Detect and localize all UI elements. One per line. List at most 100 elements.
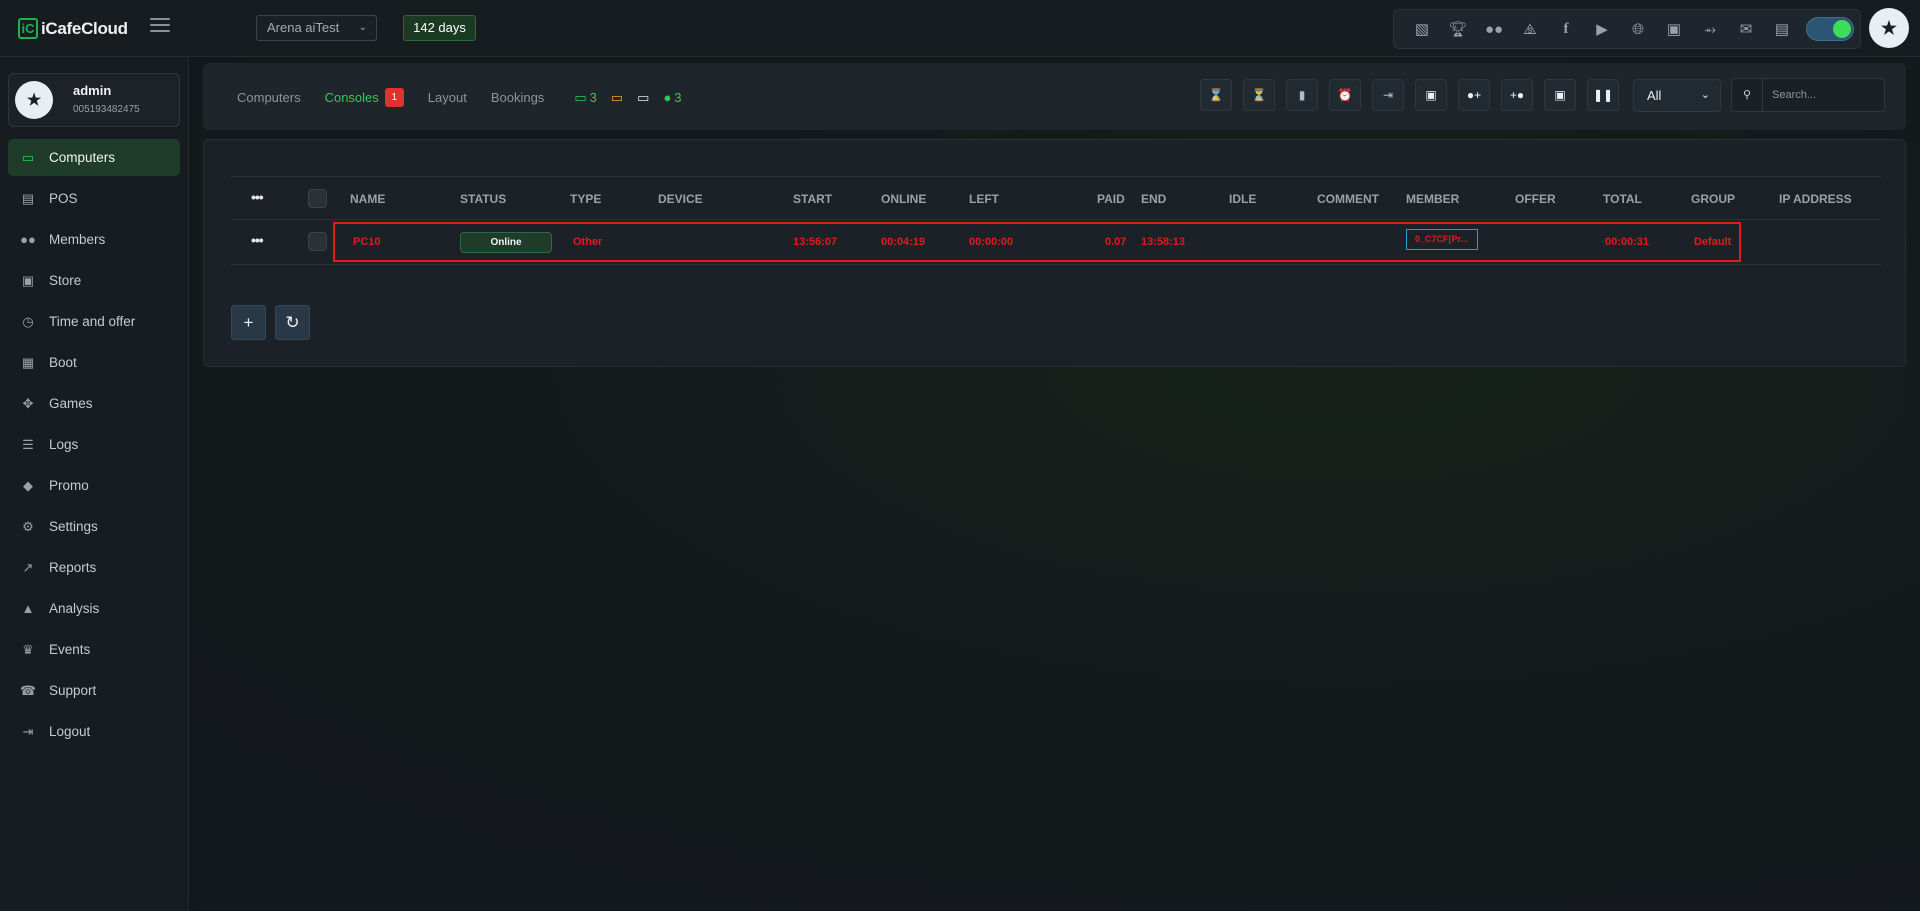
cell-online: 00:04:19: [881, 236, 926, 248]
top-icon-toolbar: ▧ 🏆︎ ●● ⧌ f ▶ 🌐︎ ▣ ⥇ ✉ ▤: [1393, 9, 1861, 49]
status-badge: Online: [460, 232, 552, 253]
table-buttons: + ↻: [231, 305, 310, 340]
column-header-total[interactable]: TOTAL: [1603, 192, 1642, 206]
cell-end: 13:58:13: [1141, 236, 1186, 248]
search-divider: [1762, 79, 1763, 111]
tab-consoles[interactable]: Consoles: [325, 90, 379, 105]
rss-icon[interactable]: ⧌: [1512, 14, 1548, 44]
profile-phone: 005193482475: [73, 104, 140, 115]
cell-name[interactable]: PC10: [353, 236, 381, 248]
hourglass-filled-icon[interactable]: ⌛: [1200, 79, 1232, 111]
sidebar-item-pos[interactable]: ▤ POS: [8, 180, 180, 217]
lock-icon[interactable]: ▮: [1286, 79, 1318, 111]
exit-icon[interactable]: ⇥: [1372, 79, 1404, 111]
sidebar-item-computers[interactable]: ▭ Computers: [8, 139, 180, 176]
search-box: ⚲: [1731, 78, 1885, 112]
sidebar-item-analysis[interactable]: ▲ Analysis: [8, 590, 180, 627]
pc-action-buttons: ⌛ ⏳ ▮ ⏰ ⇥ ▣ ●+ +● ▣ ❚❚: [1200, 79, 1619, 111]
add-button[interactable]: +: [231, 305, 266, 340]
pc-filter-value: All: [1647, 88, 1662, 103]
sidebar-item-events[interactable]: ♛ Events: [8, 631, 180, 668]
sidebar-item-label: Support: [49, 683, 97, 698]
column-header-online[interactable]: ONLINE: [881, 192, 926, 206]
refresh-button[interactable]: ↻: [275, 305, 310, 340]
column-header-device[interactable]: DEVICE: [658, 192, 703, 206]
line-chart-icon: ↗: [22, 559, 34, 575]
app-logo[interactable]: iC iCafeCloud: [18, 18, 128, 39]
profile-card[interactable]: ★ admin 005193482475: [8, 73, 180, 127]
row-select-checkbox[interactable]: [308, 232, 327, 251]
column-header-ip-address[interactable]: IP ADDRESS: [1779, 192, 1852, 206]
youtube-icon[interactable]: ▶: [1584, 14, 1620, 44]
trophy-icon[interactable]: 🏆︎: [1440, 14, 1476, 44]
column-header-group[interactable]: GROUP: [1691, 192, 1735, 206]
chat-icon[interactable]: ▤: [1764, 14, 1800, 44]
sidebar-item-promo[interactable]: ◆ Promo: [8, 467, 180, 504]
theme-toggle[interactable]: [1806, 17, 1854, 41]
sidebar-item-label: Analysis: [49, 601, 100, 616]
list-icon: ☰: [22, 436, 34, 452]
table-row[interactable]: ••• PC10 Online Other 13:56:07 00:04:19 …: [231, 220, 1881, 265]
group-icon[interactable]: ●●: [1476, 14, 1512, 44]
logout-icon: ⇥: [22, 723, 34, 739]
column-header-start[interactable]: START: [793, 192, 832, 206]
sidebar-item-label: Reports: [49, 560, 97, 575]
column-header-type[interactable]: TYPE: [570, 192, 601, 206]
sidebar-item-settings[interactable]: ⚙ Settings: [8, 508, 180, 545]
column-header-idle[interactable]: IDLE: [1229, 192, 1256, 206]
column-header-left[interactable]: LEFT: [969, 192, 999, 206]
user-avatar[interactable]: ★: [1869, 8, 1909, 48]
row-actions-menu-icon[interactable]: •••: [251, 232, 264, 248]
members-online-stat: ● 3: [663, 90, 681, 105]
register-icon: ▤: [21, 190, 35, 206]
column-header-paid[interactable]: PAID: [1097, 192, 1125, 206]
column-header-member[interactable]: MEMBER: [1406, 192, 1459, 206]
sidebar-item-store[interactable]: ▣ Store: [8, 262, 180, 299]
gear-icon: ⚙: [22, 518, 34, 534]
gamepad-icon: ✥: [22, 395, 34, 411]
hourglass-icon[interactable]: ⏳: [1243, 79, 1275, 111]
column-header-comment[interactable]: COMMENT: [1317, 192, 1379, 206]
sidebar-item-logs[interactable]: ☰ Logs: [8, 426, 180, 463]
column-header-status[interactable]: STATUS: [460, 192, 506, 206]
column-header-end[interactable]: END: [1141, 192, 1166, 206]
alarm-icon[interactable]: ⏰: [1329, 79, 1361, 111]
sidebar-item-logout[interactable]: ⇥ Logout: [8, 713, 180, 750]
toggle-knob: [1833, 20, 1851, 38]
select-all-checkbox[interactable]: [308, 189, 327, 208]
facebook-icon[interactable]: f: [1548, 14, 1584, 44]
busy-pcs-stat: ▭: [611, 90, 623, 106]
leaderboard-icon[interactable]: ▧: [1404, 14, 1440, 44]
cafe-selector[interactable]: Arena aiTest ⌄: [256, 15, 377, 41]
pc-filter-select[interactable]: All ⌄: [1633, 79, 1721, 112]
column-header-name[interactable]: NAME: [350, 192, 385, 206]
sidebar-item-support[interactable]: ☎ Support: [8, 672, 180, 709]
sidebar-item-boot[interactable]: ▦ Boot: [8, 344, 180, 381]
tabs-action-bar: Computers Consoles 1 Layout Bookings ▭ 3…: [203, 63, 1906, 130]
tab-bookings[interactable]: Bookings: [491, 90, 544, 105]
pause-icon[interactable]: ❚❚: [1587, 79, 1619, 111]
bulk-actions-menu-icon[interactable]: •••: [251, 189, 264, 205]
sidebar-item-games[interactable]: ✥ Games: [8, 385, 180, 422]
search-input[interactable]: [1772, 87, 1877, 103]
sidebar-item-members[interactable]: ●● Members: [8, 221, 180, 258]
icafe-icon[interactable]: ▣: [1656, 14, 1692, 44]
sidebar-item-reports[interactable]: ↗ Reports: [8, 549, 180, 586]
consoles-count-badge: 1: [384, 88, 404, 107]
cell-member-link[interactable]: 0_C7CF[Pr...: [1406, 229, 1478, 250]
money-icon[interactable]: ▣: [1415, 79, 1447, 111]
mail-icon[interactable]: ✉: [1728, 14, 1764, 44]
screenshot-icon[interactable]: ▣: [1544, 79, 1576, 111]
user-add-icon[interactable]: +●: [1501, 79, 1533, 111]
globe-icon[interactable]: 🌐︎: [1620, 14, 1656, 44]
sidebar-item-time-and-offer[interactable]: ◷ Time and offer: [8, 303, 180, 340]
tab-computers[interactable]: Computers: [237, 90, 301, 105]
column-header-offer[interactable]: OFFER: [1515, 192, 1556, 206]
top-bar: iC iCafeCloud Arena aiTest ⌄ 142 days ▧ …: [0, 0, 1920, 57]
menu-toggle-icon[interactable]: [150, 18, 170, 34]
user-login-icon[interactable]: ●+: [1458, 79, 1490, 111]
tab-layout[interactable]: Layout: [428, 90, 467, 105]
handshake-icon[interactable]: ⥇: [1692, 14, 1728, 44]
monitor-online-icon: ▭: [574, 89, 587, 105]
sidebar-item-label: Promo: [49, 478, 89, 493]
